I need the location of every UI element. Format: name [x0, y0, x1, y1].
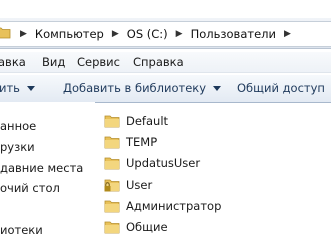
file-name: User [126, 178, 153, 192]
breadcrumb-computer[interactable]: Компьютер [35, 27, 104, 41]
organize-label: ить [0, 81, 20, 95]
add-to-library-label: Добавить в библиотеку [63, 81, 207, 95]
list-item-user[interactable]: User [104, 176, 152, 194]
menu-tools[interactable]: Сервис [77, 55, 120, 69]
dropdown-arrow-icon [26, 86, 35, 91]
breadcrumb-users[interactable]: Пользователи [191, 27, 276, 41]
list-item-updatususer[interactable]: UpdatusUser [104, 154, 200, 172]
chevron-right-icon[interactable]: ▶ [20, 29, 27, 39]
chevron-right-icon[interactable]: ▶ [284, 29, 291, 39]
chevron-right-icon[interactable]: ▶ [112, 29, 119, 39]
folder-icon [104, 136, 120, 149]
file-name: UpdatusUser [126, 156, 201, 170]
nav-item-libraries[interactable]: иотеки [0, 223, 43, 237]
file-name: Default [126, 114, 169, 128]
organize-button[interactable]: ить [0, 81, 35, 95]
menu-help[interactable]: Справка [133, 55, 184, 69]
folder-icon [0, 27, 11, 39]
navigation-pane: анное рузки давние места очий стол иотек… [0, 102, 95, 248]
locked-folder-icon [104, 179, 120, 192]
list-item-temp[interactable]: TEMP [104, 133, 157, 151]
file-list: Default TEMP UpdatusUser User Администра… [104, 108, 331, 248]
list-item-public[interactable]: Общие [104, 218, 168, 236]
file-name: Администратор [126, 199, 222, 213]
nav-item-recent-places[interactable]: давние места [0, 161, 83, 175]
menu-edit[interactable]: авка [0, 55, 26, 69]
address-bar-area: ▶ Компьютер ▶ OS (C:) ▶ Пользователи ▶ [0, 18, 331, 49]
breadcrumb-drive-c[interactable]: OS (C:) [127, 27, 168, 41]
add-to-library-button[interactable]: Добавить в библиотеку [63, 81, 222, 95]
list-item-administrator[interactable]: Администратор [104, 197, 221, 215]
nav-item-favorites[interactable]: анное [0, 119, 36, 133]
share-with-label: Общий доступ [237, 81, 325, 95]
share-with-button[interactable]: Общий доступ [237, 81, 331, 95]
menu-view[interactable]: Вид [42, 55, 65, 69]
folder-icon [104, 221, 120, 234]
folder-icon [104, 157, 120, 170]
address-bar[interactable]: ▶ Компьютер ▶ OS (C:) ▶ Пользователи ▶ [0, 21, 331, 47]
file-name: TEMP [126, 135, 158, 149]
command-toolbar: ить Добавить в библиотеку Общий доступ [0, 74, 331, 103]
nav-item-desktop[interactable]: очий стол [0, 181, 60, 195]
list-item-default[interactable]: Default [104, 112, 168, 130]
file-name: Общие [126, 220, 168, 234]
breadcrumb: ▶ Компьютер ▶ OS (C:) ▶ Пользователи ▶ [12, 22, 299, 46]
nav-item-downloads[interactable]: рузки [0, 140, 35, 154]
menu-bar: авка Вид Сервис Справка [0, 52, 331, 73]
folder-icon [104, 200, 120, 213]
dropdown-arrow-icon [213, 86, 222, 91]
chevron-right-icon[interactable]: ▶ [176, 29, 183, 39]
folder-icon [104, 115, 120, 128]
